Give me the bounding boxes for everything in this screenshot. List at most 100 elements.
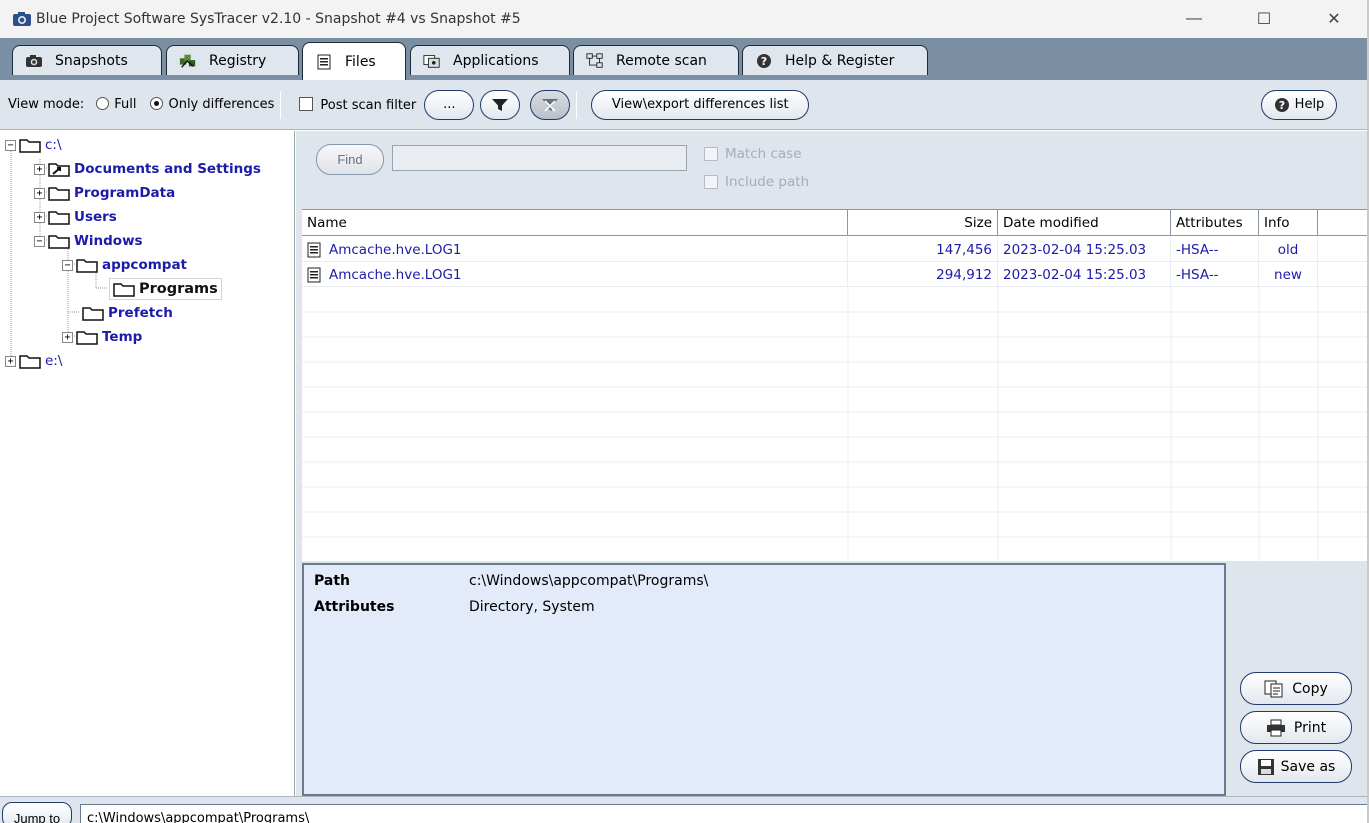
- folder-icon: [48, 235, 70, 249]
- include-path-label: Include path: [725, 174, 810, 190]
- tree-node-e-drive[interactable]: + e:\: [5, 351, 62, 371]
- details-path-label: Path: [314, 573, 350, 589]
- view-export-differences-button[interactable]: View\export differences list: [591, 89, 810, 120]
- printer-icon: [1266, 719, 1285, 736]
- tree-label: e:\: [45, 353, 63, 369]
- details-path-row: Path c:\Windows\appcompat\Programs\: [314, 573, 708, 589]
- tab-remote-scan[interactable]: Remote scan: [573, 45, 739, 75]
- folder-icon: [76, 259, 98, 273]
- close-button[interactable]: ✕: [1299, 0, 1369, 38]
- column-header-date[interactable]: Date modified: [998, 210, 1171, 236]
- details-panel: Path c:\Windows\appcompat\Programs\ Attr…: [302, 563, 1226, 796]
- checkbox-icon: [704, 175, 718, 189]
- cell-size: 147,456: [848, 237, 998, 262]
- cell-info: new: [1259, 262, 1318, 287]
- files-panel: Find Match case Include path Name Size D…: [302, 131, 1369, 796]
- clear-filter-button[interactable]: [530, 89, 571, 120]
- tab-help-register[interactable]: ? Help & Register: [742, 45, 928, 75]
- camera-icon: [13, 12, 31, 26]
- file-icon: [307, 242, 321, 257]
- toolbar: View mode: Full Only differences Post sc…: [0, 80, 1369, 130]
- cell-date: 2023-02-04 15:25.03: [998, 237, 1171, 262]
- camera-icon: [25, 53, 43, 69]
- view-mode-full-radio[interactable]: Full: [96, 97, 136, 112]
- help-icon: ?: [755, 53, 773, 69]
- registry-icon: [179, 53, 197, 69]
- collapse-icon[interactable]: −: [62, 259, 73, 271]
- tab-registry[interactable]: Registry: [166, 45, 299, 75]
- tree-label: c:\: [45, 137, 62, 153]
- tab-label: Applications: [453, 52, 539, 69]
- expand-icon[interactable]: +: [62, 331, 73, 343]
- tree-label: Programs: [139, 281, 218, 297]
- match-case-label: Match case: [725, 146, 802, 162]
- table-row[interactable]: Amcache.hve.LOG1 147,456 2023-02-04 15:2…: [302, 237, 1369, 262]
- tab-files[interactable]: Files: [302, 42, 406, 80]
- help-button[interactable]: ? Help: [1261, 89, 1337, 120]
- print-button[interactable]: Print: [1240, 711, 1352, 744]
- post-scan-filter-label: Post scan filter: [320, 97, 417, 113]
- column-header-attributes[interactable]: Attributes: [1171, 210, 1259, 236]
- tree-label: Prefetch: [108, 305, 173, 321]
- filter-options-button[interactable]: ...: [424, 89, 475, 120]
- expand-icon[interactable]: +: [34, 163, 45, 175]
- tree-node-windows[interactable]: − Windows: [34, 231, 143, 251]
- expand-icon[interactable]: +: [34, 211, 45, 223]
- table-grid: [302, 287, 1369, 562]
- folder-shortcut-icon: [48, 163, 70, 177]
- radio-icon: [96, 97, 110, 110]
- filter-button[interactable]: [480, 89, 521, 120]
- details-attributes-row: Attributes Directory, System: [314, 599, 595, 615]
- tree-node-users[interactable]: + Users: [34, 207, 117, 227]
- radio-selected-icon: [150, 97, 164, 110]
- print-label: Print: [1293, 719, 1327, 736]
- expand-icon[interactable]: +: [34, 187, 45, 199]
- tree-node-c-drive[interactable]: − c:\: [5, 135, 62, 155]
- title-bar: Blue Project Software SysTracer v2.10 - …: [0, 0, 1369, 38]
- jump-to-button[interactable]: Jump to: [2, 802, 72, 823]
- maximize-button[interactable]: ☐: [1229, 0, 1299, 38]
- tree-node-prefetch[interactable]: Prefetch: [82, 303, 173, 323]
- tab-label: Files: [345, 53, 376, 70]
- window-title: Blue Project Software SysTracer v2.10 - …: [36, 11, 521, 27]
- funnel-icon: [492, 98, 509, 111]
- include-path-checkbox[interactable]: Include path: [704, 174, 809, 190]
- find-bar: Find Match case Include path: [302, 131, 1369, 209]
- find-button[interactable]: Find: [316, 144, 384, 175]
- view-mode-differences-radio[interactable]: Only differences: [150, 97, 274, 112]
- tree-label: appcompat: [102, 257, 188, 273]
- table-row[interactable]: Amcache.hve.LOG1 294,912 2023-02-04 15:2…: [302, 262, 1369, 287]
- column-header-size[interactable]: Size: [848, 210, 998, 236]
- post-scan-filter-checkbox[interactable]: Post scan filter: [299, 96, 417, 113]
- save-as-button[interactable]: Save as: [1240, 750, 1352, 783]
- jump-to-path-input[interactable]: c:\Windows\appcompat\Programs\: [80, 804, 1369, 823]
- expand-icon[interactable]: +: [5, 355, 16, 367]
- save-icon: [1257, 758, 1274, 775]
- details-attributes-value: Directory, System: [469, 599, 595, 615]
- minimize-button[interactable]: —: [1159, 0, 1229, 38]
- tree-node-documents-and-settings[interactable]: + Documents and Settings: [34, 159, 261, 179]
- tree-node-programdata[interactable]: + ProgramData: [34, 183, 175, 203]
- folder-icon: [48, 211, 70, 225]
- tree-node-programs[interactable]: Programs: [109, 278, 222, 300]
- files-table: Name Size Date modified Attributes Info …: [302, 209, 1369, 562]
- folder-icon: [19, 355, 41, 369]
- tree-node-temp[interactable]: + Temp: [62, 327, 142, 347]
- only-differences-label: Only differences: [168, 97, 275, 112]
- copy-button[interactable]: Copy: [1240, 672, 1352, 705]
- cell-attributes: -HSA--: [1171, 237, 1259, 262]
- tree-node-appcompat[interactable]: − appcompat: [62, 255, 187, 275]
- jump-bar: Jump to c:\Windows\appcompat\Programs\: [0, 796, 1369, 823]
- cell-name: Amcache.hve.LOG1: [329, 241, 462, 258]
- cell-date: 2023-02-04 15:25.03: [998, 262, 1171, 287]
- tab-applications[interactable]: Applications: [410, 45, 570, 75]
- column-header-info[interactable]: Info: [1259, 210, 1318, 236]
- folder-tree[interactable]: − c:\ + Documents and Settings + Program…: [0, 131, 295, 796]
- find-input[interactable]: [392, 145, 687, 171]
- match-case-checkbox[interactable]: Match case: [704, 146, 802, 162]
- folder-icon: [76, 331, 98, 345]
- collapse-icon[interactable]: −: [5, 139, 16, 151]
- collapse-icon[interactable]: −: [34, 235, 45, 247]
- tab-snapshots[interactable]: Snapshots: [12, 45, 162, 75]
- column-header-name[interactable]: Name: [302, 210, 848, 236]
